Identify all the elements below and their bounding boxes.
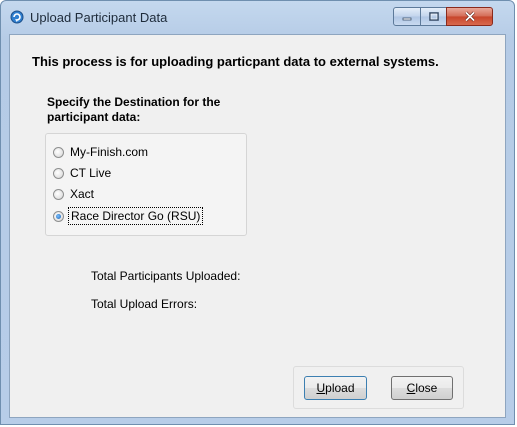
upload-mnemonic: U: [316, 381, 326, 395]
radio-button[interactable]: [53, 146, 64, 158]
minimize-button[interactable]: [393, 7, 421, 26]
upload-label: pload: [325, 381, 355, 395]
minimize-icon: [402, 17, 412, 20]
radio-label[interactable]: Race Director Go (RSU): [68, 207, 204, 225]
destination-label: Specify the Destination for the particip…: [47, 95, 221, 124]
button-panel: Upload Close: [293, 366, 464, 409]
radio-option-race-director-go[interactable]: Race Director Go (RSU): [53, 207, 204, 225]
total-errors-label: Total Upload Errors:: [91, 297, 198, 311]
close-icon: [464, 11, 475, 22]
maximize-icon: [428, 12, 439, 21]
close-mnemonic: C: [406, 381, 416, 395]
radio-label[interactable]: Xact: [68, 186, 96, 202]
radio-button[interactable]: [53, 188, 64, 200]
radio-label[interactable]: CT Live: [68, 165, 113, 181]
dialog-window: Upload Participant Data This process is …: [0, 0, 515, 425]
radio-button[interactable]: [53, 167, 64, 179]
close-button[interactable]: Close: [391, 376, 453, 400]
process-description: This process is for uploading particpant…: [32, 54, 439, 69]
title-bar[interactable]: Upload Participant Data: [1, 1, 514, 34]
radio-button-selected[interactable]: [53, 210, 64, 222]
window-title: Upload Participant Data: [30, 10, 168, 25]
destination-radio-group: My-Finish.com CT Live Xact Race Director…: [45, 133, 247, 236]
maximize-button[interactable]: [420, 7, 447, 26]
upload-button[interactable]: Upload: [304, 376, 367, 400]
radio-label[interactable]: My-Finish.com: [68, 144, 150, 160]
dialog-content: This process is for uploading particpant…: [9, 34, 506, 418]
total-uploaded-label: Total Participants Uploaded:: [91, 269, 241, 283]
radio-option-my-finish[interactable]: My-Finish.com: [53, 143, 150, 161]
radio-option-ct-live[interactable]: CT Live: [53, 164, 113, 182]
app-icon: [10, 10, 24, 24]
radio-option-xact[interactable]: Xact: [53, 185, 96, 203]
close-label: lose: [415, 381, 438, 395]
close-window-button[interactable]: [446, 7, 493, 26]
